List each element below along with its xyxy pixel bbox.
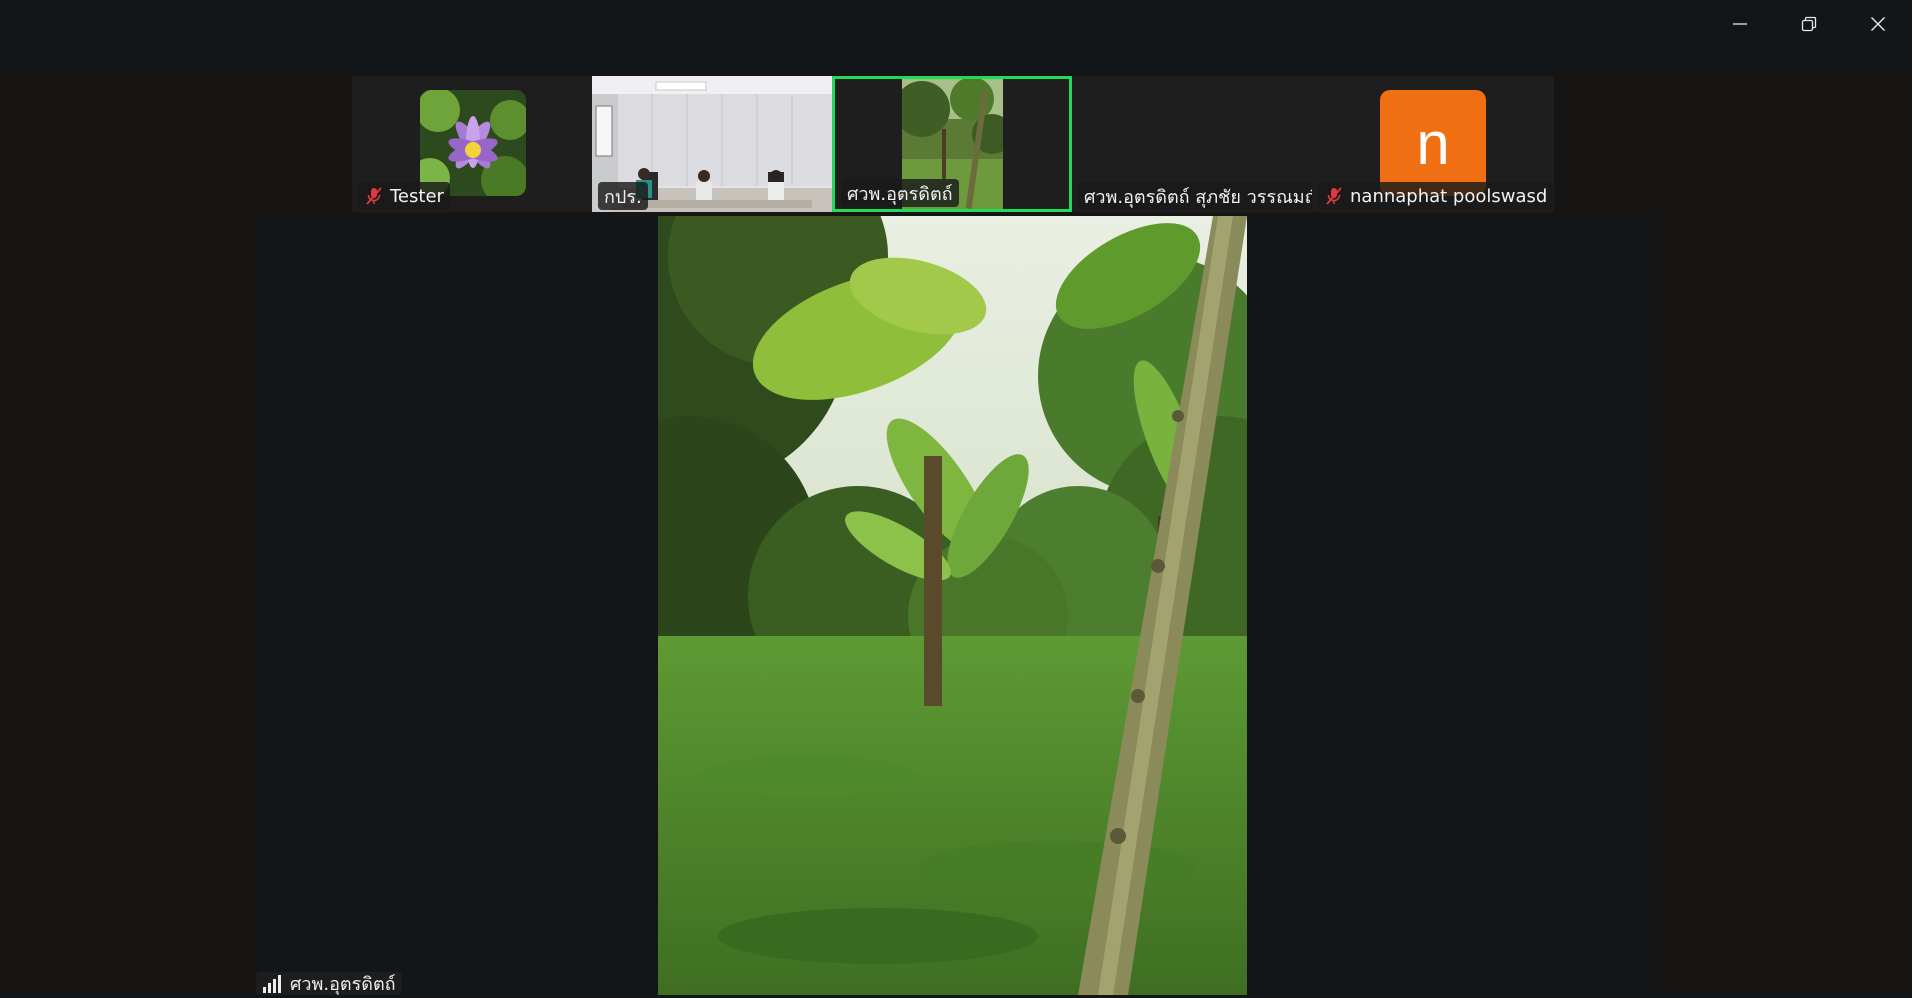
participant-name-label: ศวพ.อุตรดิตถ์ [841,179,959,207]
minimize-button[interactable] [1705,0,1774,48]
main-speaker-name: ศวพ.อุตรดิตถ์ [290,974,396,995]
participant-name: ศวพ.อุตรดิตถ์ [847,183,953,205]
lotus-avatar [420,90,526,196]
participant-tile-tester[interactable]: Tester [352,76,592,212]
title-bar [0,0,1912,73]
participant-name-label: Tester [358,182,450,210]
letter-avatar: n [1380,90,1486,196]
participant-name: ศวพ.อุตรดิตถ์ สุภชัย วรรณมณี [1084,186,1312,208]
participant-name: Tester [390,185,444,207]
participant-tile-suphachai[interactable]: ศวพ.อุตรดิตถ์ สุภชัย วรรณมณี [1072,76,1312,212]
main-speaker-label: ศวพ.อุตรดิตถ์ [256,972,402,995]
participant-name-label: nannaphat poolswasd [1318,182,1554,210]
main-speaker-video[interactable] [658,216,1247,995]
participant-name-label: กปร. [598,182,648,210]
close-button[interactable] [1843,0,1912,48]
restore-button[interactable] [1774,0,1843,48]
close-icon [1870,17,1885,31]
restore-icon [1801,16,1816,32]
participant-tile-nannaphat[interactable]: n nannaphat poolswasd [1312,76,1554,212]
mic-muted-icon [1326,187,1342,205]
participant-name: nannaphat poolswasd [1350,185,1548,207]
participant-tile-kpr[interactable]: กปร. [592,76,832,212]
participant-strip: Tester กปร. ศวพ.อุตรดิตถ์ ศวพ.อุตรดิตถ์ … [352,76,1554,212]
garden-video-frame [658,216,1247,995]
signal-strength-icon [263,974,281,993]
participant-name-label: ศวพ.อุตรดิตถ์ สุภชัย วรรณมณี [1078,182,1312,210]
minimize-icon [1732,23,1747,25]
participant-name: กปร. [604,186,642,208]
window-controls [1705,0,1912,48]
mic-muted-icon [366,187,382,205]
participant-tile-active-speaker[interactable]: ศวพ.อุตรดิตถ์ [832,76,1072,212]
